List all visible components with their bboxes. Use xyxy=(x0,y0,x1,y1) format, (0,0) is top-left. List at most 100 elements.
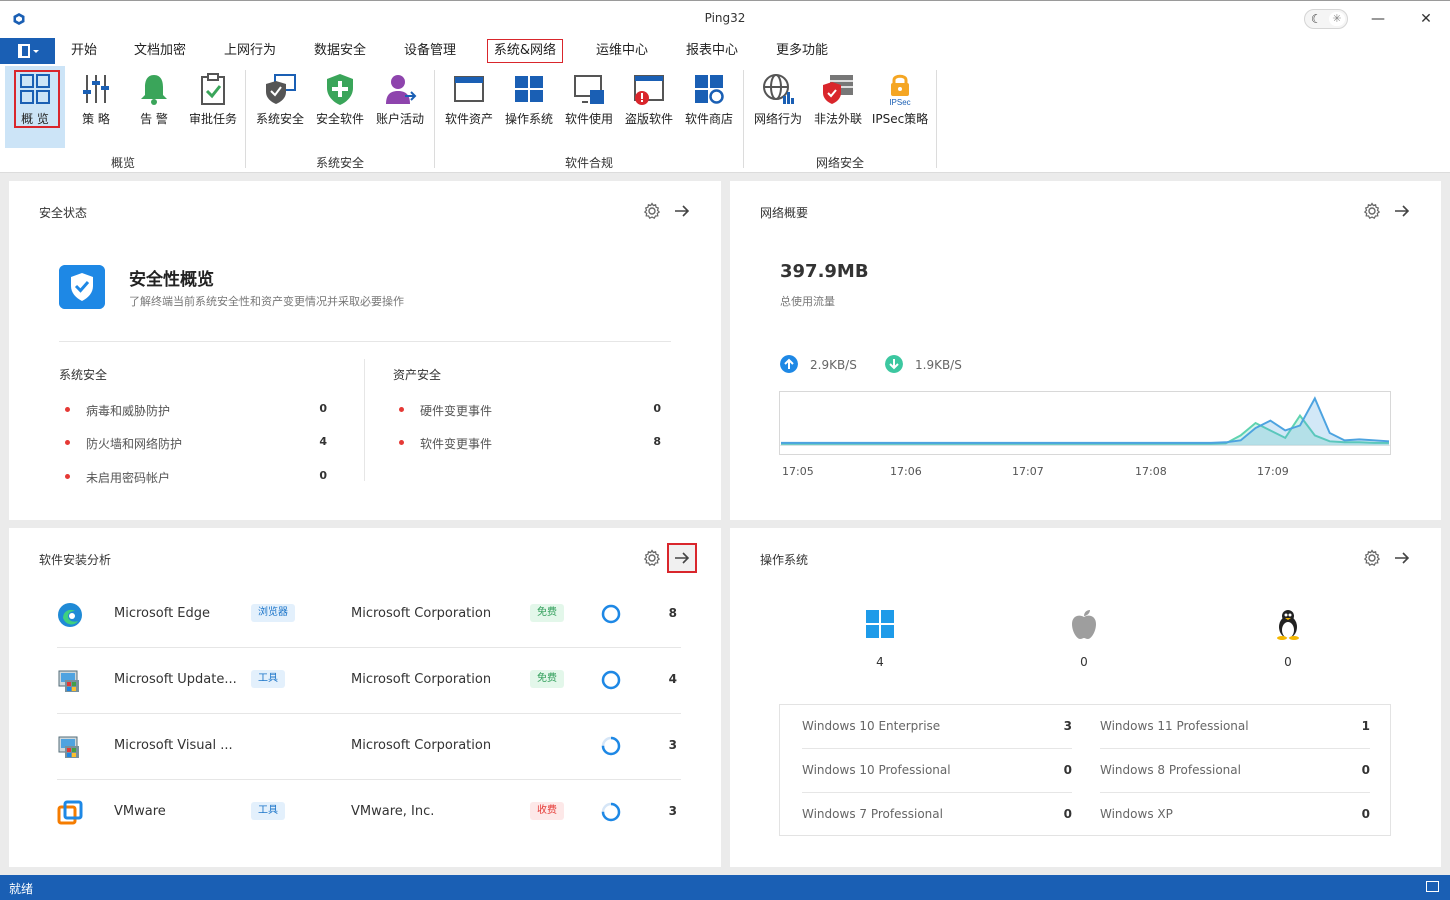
ribbon-ipsec-policy-button[interactable]: IPSec IPSec策略 xyxy=(868,66,932,150)
arrow-right-icon[interactable] xyxy=(673,202,691,220)
windows-icon xyxy=(866,610,894,638)
tab-doc-encryption[interactable]: 文档加密 xyxy=(124,39,196,63)
install-count: 8 xyxy=(668,606,677,620)
tab-internet-behavior[interactable]: 上网行为 xyxy=(214,39,286,63)
minimize-button[interactable]: — xyxy=(1366,7,1390,31)
stat-value: 8 xyxy=(653,435,661,448)
app-menu-button[interactable] xyxy=(0,38,55,64)
os-version-count: 0 xyxy=(1361,807,1370,821)
os-version-row[interactable]: Windows 10 Professional 0 xyxy=(802,749,1072,793)
stat-value: 4 xyxy=(319,435,327,448)
usage-ring-icon xyxy=(601,802,621,822)
stat-row[interactable]: 病毒和威胁防护 0 xyxy=(59,401,327,419)
license-tag: 收费 xyxy=(530,802,564,820)
stat-name: 硬件变更事件 xyxy=(420,404,493,418)
ribbon-separator xyxy=(936,70,937,168)
ribbon-alarm-button[interactable]: 告 警 xyxy=(124,66,184,150)
license-tag: 免费 xyxy=(530,670,564,688)
os-version-table: Windows 10 Enterprise 3 Windows 11 Profe… xyxy=(779,704,1391,836)
os-version-row[interactable]: Windows XP 0 xyxy=(1100,793,1370,837)
linux-icon xyxy=(1277,610,1299,640)
ribbon-label: 操作系统 xyxy=(504,112,553,126)
illegal-outreach-icon xyxy=(823,75,853,104)
ribbon-label: 审批任务 xyxy=(188,112,237,126)
pirated-software-icon xyxy=(634,75,664,105)
software-name: Microsoft Update... xyxy=(114,672,237,687)
tab-start[interactable]: 开始 xyxy=(62,39,106,63)
network-overview-card: 网络概要 397.9MB 总使用流量 2.9KB/S 1.9KB/S 17:05… xyxy=(730,181,1441,520)
ipsec-lock-icon: IPSec xyxy=(889,74,911,106)
ribbon-approval-button[interactable]: 审批任务 xyxy=(183,66,243,150)
software-row[interactable]: Microsoft Visual ... Microsoft Corporatio… xyxy=(57,714,681,780)
operating-system-card: 操作系统 4 0 0 Windows 10 Enterprise 3 Windo… xyxy=(730,528,1441,867)
ribbon-system-security-button[interactable]: 系统安全 xyxy=(250,66,310,150)
gear-icon[interactable] xyxy=(1363,202,1381,220)
os-count: 0 xyxy=(1284,655,1292,669)
tab-data-security[interactable]: 数据安全 xyxy=(304,39,376,63)
ribbon-software-usage-button[interactable]: 软件使用 xyxy=(559,66,619,150)
card-title: 安全状态 xyxy=(39,206,88,220)
upload-speed-value: 2.9KB/S xyxy=(810,358,857,372)
theme-toggle[interactable]: ☾ ✳ xyxy=(1304,9,1348,29)
gear-icon[interactable] xyxy=(643,549,661,567)
stat-row[interactable]: 未启用密码帐户 0 xyxy=(59,468,327,486)
ribbon-overview-button[interactable]: 概 览 xyxy=(5,66,65,148)
ribbon-software-store-button[interactable]: 软件商店 xyxy=(679,66,739,150)
software-row[interactable]: Microsoft Update... 工具 Microsoft Corporati… xyxy=(57,648,681,714)
gear-icon[interactable] xyxy=(1363,549,1381,567)
shield-check-icon xyxy=(59,265,105,309)
ribbon-separator xyxy=(434,70,435,168)
ribbon-label: IPSec策略 xyxy=(871,112,929,126)
os-apple[interactable]: 0 xyxy=(1054,608,1114,669)
gear-icon[interactable] xyxy=(643,202,661,220)
status-dot xyxy=(399,440,404,445)
stat-row[interactable]: 防火墙和网络防护 4 xyxy=(59,434,327,452)
ribbon-account-activity-button[interactable]: 账户活动 xyxy=(370,66,430,150)
apple-icon xyxy=(1072,610,1096,639)
ribbon-network-behavior-button[interactable]: 网络行为 xyxy=(748,66,808,150)
ribbon-illegal-outreach-button[interactable]: 非法外联 xyxy=(808,66,868,150)
ribbon-security-software-button[interactable]: 安全软件 xyxy=(310,66,370,150)
arrow-right-icon[interactable] xyxy=(1393,549,1411,567)
ribbon-label: 盗版软件 xyxy=(624,112,673,126)
account-activity-icon xyxy=(386,75,417,104)
arrow-right-icon[interactable] xyxy=(1393,202,1411,220)
tab-ops-center[interactable]: 运维中心 xyxy=(586,39,658,63)
tab-more-features[interactable]: 更多功能 xyxy=(766,39,838,63)
sun-icon: ✳ xyxy=(1329,12,1345,26)
os-version-row[interactable]: Windows 7 Professional 0 xyxy=(802,793,1072,837)
software-name: Microsoft Edge xyxy=(114,606,211,621)
os-version-count: 1 xyxy=(1361,719,1370,733)
os-version-row[interactable]: Windows 8 Professional 0 xyxy=(1100,749,1370,793)
ribbon-pirated-software-button[interactable]: 盗版软件 xyxy=(619,66,679,150)
tab-report-center[interactable]: 报表中心 xyxy=(676,39,748,63)
ribbon-label: 网络行为 xyxy=(753,112,802,126)
ribbon-operating-system-button[interactable]: 操作系统 xyxy=(499,66,559,150)
software-row[interactable]: VMware 工具 VMware, Inc. 收费 3 xyxy=(57,780,681,846)
stat-row[interactable]: 软件变更事件 8 xyxy=(393,434,661,452)
status-dot xyxy=(65,474,70,479)
install-count: 4 xyxy=(668,672,677,686)
category-tag: 工具 xyxy=(251,670,285,688)
card-title: 网络概要 xyxy=(760,206,809,220)
total-traffic-label: 总使用流量 xyxy=(780,295,835,308)
os-windows[interactable]: 4 xyxy=(850,608,910,669)
system-shield-icon xyxy=(266,74,296,104)
x-tick-label: 17:08 xyxy=(1135,465,1167,478)
os-version-row[interactable]: Windows 10 Enterprise 3 xyxy=(802,705,1072,749)
os-version-row[interactable]: Windows 11 Professional 1 xyxy=(1100,705,1370,749)
ribbon-policy-button[interactable]: 策 略 xyxy=(66,66,126,150)
status-panel-icon[interactable] xyxy=(1426,881,1439,892)
ribbon-label: 系统安全 xyxy=(255,112,304,126)
ribbon-software-assets-button[interactable]: 软件资产 xyxy=(439,66,499,150)
os-linux[interactable]: 0 xyxy=(1258,608,1318,669)
ribbon-separator xyxy=(743,70,744,168)
open-software-button[interactable] xyxy=(667,543,697,573)
stat-row[interactable]: 硬件变更事件 0 xyxy=(393,401,661,419)
tab-system-network[interactable]: 系统&网络 xyxy=(487,39,563,63)
os-version-name: Windows 10 Professional xyxy=(802,763,951,777)
software-row[interactable]: Microsoft Edge 浏览器 Microsoft Corporation 免费… xyxy=(57,582,681,648)
close-button[interactable]: ✕ xyxy=(1414,7,1438,31)
tab-device-management[interactable]: 设备管理 xyxy=(394,39,466,63)
alarm-bell-icon xyxy=(141,75,167,105)
